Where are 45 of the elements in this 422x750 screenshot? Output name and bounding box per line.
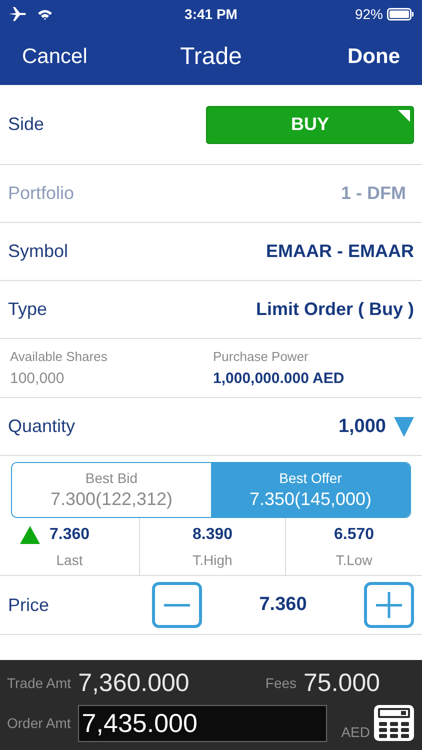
decrease-button[interactable] <box>152 582 202 628</box>
balance-value: 100,000 <box>10 370 66 387</box>
order-amount-field[interactable]: 7,435.000 <box>78 704 327 742</box>
wifi-icon <box>37 8 53 20</box>
field-label: Price <box>8 594 50 616</box>
battery-percentage: 92% <box>354 6 383 22</box>
cancel-button[interactable]: Cancel <box>20 40 90 72</box>
field-label: Portfolio <box>8 183 74 204</box>
screen-title: Trade <box>180 42 242 70</box>
stat-label: Last <box>56 552 83 568</box>
minus-icon <box>164 604 190 606</box>
field-label: Symbol <box>8 241 68 262</box>
amount-value: 75.000 <box>304 668 380 698</box>
field-label: Type <box>8 299 48 320</box>
currency-label: AED <box>341 724 370 740</box>
stat-label: T.High <box>192 552 232 568</box>
status-time: 3:41 PM <box>184 6 238 22</box>
field-value: Limit Order ( Buy ) <box>256 299 414 320</box>
field-label: Side <box>8 114 44 135</box>
amount-label: Order Amt <box>7 715 71 731</box>
field-value: 1 - DFM <box>341 183 406 204</box>
quantity-value: 1,000 <box>338 416 386 438</box>
amount-value: 7,360.000 <box>78 668 190 698</box>
stat-value: 6.570 <box>334 526 374 544</box>
stat-value: 7.360 <box>49 526 90 544</box>
balance-label: Available Shares <box>10 349 108 364</box>
balance-label: Purchase Power <box>213 349 310 364</box>
battery-icon <box>386 8 414 20</box>
increase-button[interactable] <box>364 582 414 628</box>
form-row[interactable]: Symbol EMAAR - EMAAR <box>0 223 422 281</box>
field-label: Quantity <box>8 416 76 437</box>
stat-label: T.Low <box>336 552 372 568</box>
stat-value: 8.390 <box>192 526 233 544</box>
amount-label: Fees <box>265 675 297 691</box>
done-button[interactable]: Done <box>346 40 402 72</box>
dropdown-triangle-icon[interactable] <box>394 416 414 436</box>
price-value: 7.360 <box>258 594 308 616</box>
plus-icon <box>376 592 402 618</box>
corner-triangle-icon <box>398 110 410 122</box>
airplane-mode-icon <box>8 6 27 22</box>
balance-value: 1,000,000.000 AED <box>213 370 346 387</box>
calculator-icon[interactable] <box>374 705 414 741</box>
amount-label: Trade Amt <box>7 675 72 691</box>
form-row[interactable]: Type Limit Order ( Buy ) <box>0 281 422 339</box>
field-value: EMAAR - EMAAR <box>266 241 414 262</box>
